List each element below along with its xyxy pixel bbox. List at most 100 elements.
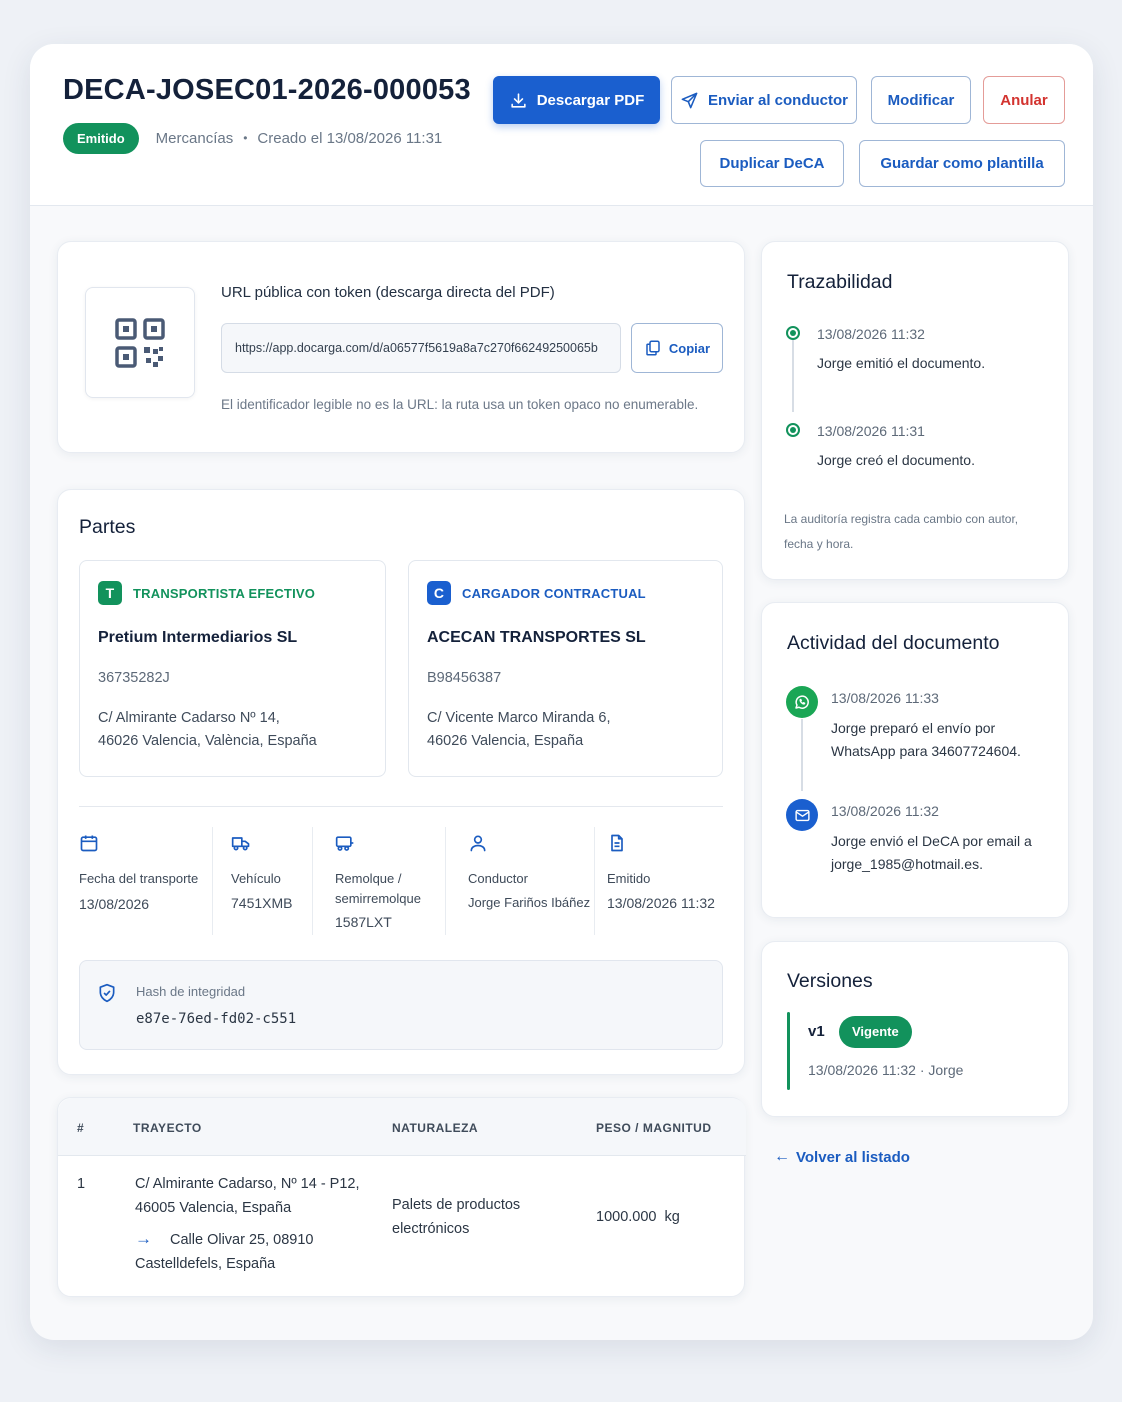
shield-check-icon — [99, 983, 115, 1003]
dest-line1: Calle Olivar 25, 08910 — [170, 1232, 314, 1248]
current-version-bar — [787, 1012, 790, 1090]
timeline-dot — [786, 423, 800, 437]
created-date: Creado el 13/08/2026 11:31 — [257, 129, 443, 147]
cancel-label: Anular — [1000, 91, 1048, 109]
duplicate-label: Duplicar DeCA — [719, 155, 825, 172]
back-to-list-link[interactable]: ← Volver al listado — [774, 1148, 910, 1166]
origin-line2: 46005 Valencia, España — [135, 1200, 292, 1216]
shipper-party-box: C CARGADOR CONTRACTUAL ACECAN TRANSPORTE… — [408, 560, 723, 777]
versions-title: Versiones — [787, 970, 873, 992]
timeline-dot — [786, 326, 800, 340]
public-url-hint: El identificador legible no es la URL: l… — [221, 397, 699, 412]
traceability-card: Trazabilidad 13/08/2026 11:32 Jorge emit… — [761, 241, 1069, 580]
download-pdf-button[interactable]: Descargar PDF — [493, 76, 660, 124]
save-template-button[interactable]: Guardar como plantilla — [859, 140, 1065, 187]
integrity-hash-box: Hash de integridad e87e-76ed-fd02-c551 — [79, 960, 723, 1050]
traceability-title: Trazabilidad — [787, 271, 893, 293]
cancel-document-button[interactable]: Anular — [983, 76, 1065, 124]
table-header-row: # TRAYECTO NATURALEZA PESO / MAGNITUD — [58, 1098, 746, 1156]
duplicate-button[interactable]: Duplicar DeCA — [700, 140, 844, 187]
trace-event-date: 13/08/2026 11:32 — [817, 326, 925, 342]
copy-url-button[interactable]: Copiar — [631, 323, 723, 373]
carrier-role: TRANSPORTISTA EFECTIVO — [133, 585, 316, 601]
cargo-weight: 1000.000 kg — [596, 1209, 680, 1225]
activity-card: Actividad del documento 13/08/2026 11:33… — [761, 602, 1069, 918]
activity-event-text: Jorge preparó el envío por WhatsApp para… — [831, 717, 1021, 763]
status-badge: Emitido — [63, 122, 139, 154]
arrow-left-icon: ← — [774, 1148, 790, 1165]
public-url-card: URL pública con token (descarga directa … — [57, 241, 745, 453]
activity-event-text: Jorge envió el DeCA por email a jorge_19… — [831, 830, 1032, 876]
fact-separator — [312, 827, 313, 935]
shipper-address-line2: 46026 Valencia, España — [427, 733, 584, 749]
activity-text-line2: WhatsApp para 34607724604. — [831, 743, 1021, 759]
send-driver-button[interactable]: Enviar al conductor — [671, 76, 857, 124]
nature-line1: Palets de productos — [392, 1197, 521, 1213]
copy-icon — [646, 340, 660, 356]
calendar-icon — [80, 835, 98, 852]
user-icon — [470, 835, 486, 852]
audit-note-line2: fecha y hora. — [784, 537, 854, 551]
carrier-letter-icon: T — [98, 581, 122, 605]
carrier-address: C/ Almirante Cadarso Nº 14, 46026 Valenc… — [98, 707, 317, 753]
trace-event-text: Jorge creó el documento. — [817, 452, 975, 468]
column-header-nature: NATURALEZA — [392, 1121, 479, 1135]
carrier-address-line1: C/ Almirante Cadarso Nº 14, — [98, 710, 280, 726]
shipper-nif: B98456387 — [427, 670, 502, 686]
modify-label: Modificar — [887, 91, 955, 109]
download-icon — [511, 92, 526, 108]
send-driver-label: Enviar al conductor — [707, 91, 849, 109]
fact-separator — [212, 827, 213, 935]
back-to-list-label: Volver al listado — [796, 1148, 910, 1166]
row-number: 1 — [77, 1176, 86, 1192]
route-origin: C/ Almirante Cadarso, Nº 14 - P12, 46005… — [135, 1172, 360, 1220]
carrier-role-tag: T TRANSPORTISTA EFECTIVO — [98, 581, 315, 605]
issued-value: 13/08/2026 11:32 — [607, 895, 715, 911]
trailer-label: Remolque / semirremolque — [335, 869, 421, 909]
column-header-weight: PESO / MAGNITUD — [596, 1121, 712, 1135]
document-category: Mercancías — [155, 129, 234, 147]
document-header: DECA-JOSEC01-2026-000053 Emitido Mercanc… — [30, 44, 1093, 206]
activity-title: Actividad del documento — [787, 632, 1000, 654]
column-header-route: TRAYECTO — [133, 1121, 202, 1135]
carrier-party-box: T TRANSPORTISTA EFECTIVO Pretium Interme… — [79, 560, 386, 777]
document-id-title: DECA-JOSEC01-2026-000053 — [63, 74, 471, 106]
save-template-label: Guardar como plantilla — [880, 155, 1044, 172]
activity-event-date: 13/08/2026 11:33 — [831, 690, 939, 706]
document-detail-panel: DECA-JOSEC01-2026-000053 Emitido Mercanc… — [30, 44, 1093, 1340]
public-url-field[interactable]: https://app.docarga.com/d/a06577f5619a8a… — [221, 323, 621, 373]
document-meta: Emitido Mercancías • Creado el 13/08/202… — [63, 122, 442, 154]
shipper-address: C/ Vicente Marco Miranda 6, 46026 Valenc… — [427, 707, 610, 753]
arrow-right-icon: → — [135, 1229, 152, 1248]
cargo-nature: Palets de productos electrónicos — [392, 1193, 520, 1241]
parties-card: Partes T TRANSPORTISTA EFECTIVO Pretium … — [57, 489, 745, 1075]
trace-event-text: Jorge emitió el documento. — [817, 355, 986, 371]
qr-code-icon — [115, 317, 165, 368]
nature-line2: electrónicos — [392, 1221, 470, 1237]
shipper-address-line1: C/ Vicente Marco Miranda 6, — [427, 710, 611, 726]
document-icon — [611, 834, 623, 852]
email-icon — [786, 799, 818, 831]
modify-button[interactable]: Modificar — [871, 76, 971, 124]
activity-text-line2: jorge_1985@hotmail.es. — [831, 856, 983, 872]
copy-label: Copiar — [668, 340, 711, 356]
download-pdf-label: Descargar PDF — [536, 91, 645, 109]
hash-label: Hash de integridad — [136, 984, 246, 999]
activity-event-date: 13/08/2026 11:32 — [831, 803, 939, 819]
version-label: v1 — [808, 1023, 825, 1040]
current-version-badge: Vigente — [839, 1016, 912, 1048]
parties-title: Partes — [79, 516, 136, 538]
truck-icon — [231, 837, 250, 851]
shipper-role-tag: C CARGADOR CONTRACTUAL — [427, 581, 646, 605]
activity-timeline-line — [801, 719, 803, 791]
column-header-number: # — [77, 1121, 85, 1135]
driver-value: Jorge Fariños Ibáñez — [468, 895, 591, 910]
trailer-label-line1: Remolque / — [335, 871, 402, 886]
activity-text-line1: Jorge preparó el envío por — [831, 720, 996, 736]
trailer-value: 1587LXT — [335, 914, 392, 930]
route-table: # TRAYECTO NATURALEZA PESO / MAGNITUD 1 … — [57, 1097, 746, 1297]
carrier-name: Pretium Intermediarios SL — [98, 629, 298, 646]
dest-line2: Castelldefels, España — [135, 1256, 276, 1272]
parties-divider — [79, 806, 723, 807]
transport-date-label: Fecha del transporte — [79, 871, 199, 886]
